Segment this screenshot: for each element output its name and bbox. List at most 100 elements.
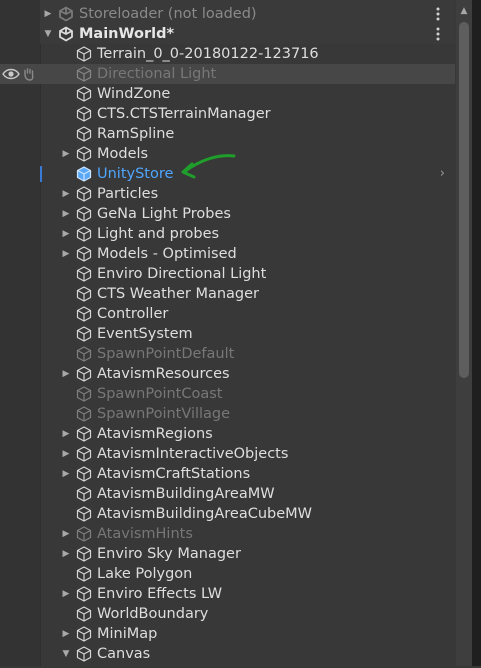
hierarchy-row-label: CTS Weather Manager	[97, 286, 260, 302]
gameobject-icon	[76, 106, 92, 122]
hierarchy-row[interactable]: AtavismBuildingAreaMW	[0, 484, 455, 504]
hierarchy-row[interactable]: ▶ GeNa Light Probes	[0, 204, 455, 224]
hierarchy-row[interactable]: AtavismBuildingAreaCubeMW	[0, 504, 455, 524]
hierarchy-row-label: SpawnPointCoast	[97, 386, 223, 402]
collapsed-arrow-icon[interactable]: ▶	[60, 584, 72, 604]
green-arrow-icon	[181, 154, 236, 179]
collapsed-arrow-icon[interactable]: ▶	[60, 424, 72, 444]
hierarchy-row-label: Enviro Effects LW	[97, 586, 223, 602]
gameobject-icon	[76, 346, 92, 362]
gameobject-icon	[76, 426, 92, 442]
gameobject-icon	[76, 206, 92, 222]
hand-pointer-icon[interactable]	[22, 67, 36, 81]
hierarchy-row[interactable]: WindZone	[0, 84, 455, 104]
hierarchy-row-label: CTS.CTSTerrainManager	[97, 106, 271, 122]
collapsed-arrow-icon[interactable]: ▶	[60, 364, 72, 384]
collapsed-arrow-icon[interactable]: ▶	[60, 224, 72, 244]
hierarchy-row[interactable]: CTS Weather Manager	[0, 284, 455, 304]
collapsed-arrow-icon[interactable]: ▶	[60, 524, 72, 544]
hierarchy-row[interactable]: ▶ Light and probes	[0, 224, 455, 244]
hierarchy-row-label: SpawnPointDefault	[97, 346, 235, 362]
vertical-dots-icon[interactable]	[433, 4, 443, 26]
vertical-dots-icon[interactable]	[433, 24, 443, 46]
gameobject-icon	[76, 186, 92, 202]
collapsed-arrow-icon[interactable]: ▶	[60, 624, 72, 644]
gameobject-icon	[76, 626, 92, 642]
expanded-arrow-icon[interactable]: ▼	[42, 24, 54, 44]
collapsed-arrow-icon[interactable]: ▶	[60, 184, 72, 204]
gameobject-icon	[76, 606, 92, 622]
hierarchy-row[interactable]: Lake Polygon	[0, 564, 455, 584]
hierarchy-row[interactable]: ▼ MainWorld*	[0, 24, 455, 44]
collapsed-arrow-icon[interactable]: ▶	[60, 464, 72, 484]
triangle-up-icon[interactable]: ▲	[456, 4, 472, 18]
gameobject-icon	[76, 546, 92, 562]
chevron-right-icon[interactable]: ›	[440, 164, 445, 184]
hierarchy-row[interactable]: Terrain_0_0-20180122-123716	[0, 44, 455, 64]
hierarchy-row-label: Particles	[97, 186, 159, 202]
hierarchy-row[interactable]: RamSpline	[0, 124, 455, 144]
collapsed-arrow-icon[interactable]: ▶	[60, 444, 72, 464]
hierarchy-row[interactable]: ▶ Enviro Sky Manager	[0, 544, 455, 564]
gameobject-icon	[76, 386, 92, 402]
hierarchy-row[interactable]: ▶ Enviro Effects LW	[0, 584, 455, 604]
gameobject-icon	[76, 366, 92, 382]
hierarchy-row-label: AtavismBuildingAreaCubeMW	[97, 506, 313, 522]
hierarchy-row[interactable]: ▶ AtavismRegions	[0, 424, 455, 444]
eye-icon[interactable]	[2, 67, 20, 81]
collapsed-arrow-icon[interactable]: ▶	[60, 204, 72, 224]
hierarchy-row[interactable]: ▶ AtavismInteractiveObjects	[0, 444, 455, 464]
hierarchy-row[interactable]: ▼ Canvas	[0, 644, 455, 664]
hierarchy-row[interactable]: ▶ AtavismHints	[0, 524, 455, 544]
scrollbar-thumb[interactable]	[459, 22, 469, 378]
hierarchy-row[interactable]: SpawnPointVillage	[0, 404, 455, 424]
hierarchy-row[interactable]: ▶ AtavismResources	[0, 364, 455, 384]
hierarchy-row-label: AtavismRegions	[97, 426, 213, 442]
gameobject-icon	[76, 46, 92, 62]
hierarchy-row[interactable]: CTS.CTSTerrainManager	[0, 104, 455, 124]
gameobject-icon	[76, 406, 92, 422]
hierarchy-row-label: AtavismInteractiveObjects	[97, 446, 289, 462]
hierarchy-row[interactable]: Enviro Directional Light	[0, 264, 455, 284]
collapsed-arrow-icon[interactable]: ▶	[42, 4, 54, 24]
gameobject-icon	[76, 486, 92, 502]
hierarchy-row[interactable]: SpawnPointDefault	[0, 344, 455, 364]
hierarchy-row-label: Enviro Sky Manager	[97, 546, 241, 562]
hierarchy-tree: ▶ Storeloader (not loaded) ▼ MainWorld* Terr…	[0, 4, 455, 664]
hierarchy-row-label: AtavismCraftStations	[97, 466, 251, 482]
hierarchy-row-label: Directional Light	[97, 66, 217, 82]
gameobject-icon	[76, 466, 92, 482]
hierarchy-row[interactable]: Directional Light	[0, 64, 455, 84]
hierarchy-row-label: MiniMap	[97, 626, 158, 642]
hierarchy-row-label: Terrain_0_0-20180122-123716	[97, 46, 319, 62]
hierarchy-row-label: UnityStore	[97, 166, 174, 182]
hierarchy-row-label: WindZone	[97, 86, 171, 102]
hierarchy-row-label: Lake Polygon	[97, 566, 193, 582]
hierarchy-row[interactable]: Controller	[0, 304, 455, 324]
expanded-arrow-icon[interactable]: ▼	[60, 644, 72, 664]
gameobject-icon	[76, 66, 92, 82]
hierarchy-row[interactable]: SpawnPointCoast	[0, 384, 455, 404]
hierarchy-row[interactable]: ▶ Particles	[0, 184, 455, 204]
scene-view-edge	[472, 0, 481, 666]
hierarchy-row-label: WorldBoundary	[97, 606, 209, 622]
hierarchy-row[interactable]: WorldBoundary	[0, 604, 455, 624]
hierarchy-row[interactable]: ▶ Storeloader (not loaded)	[0, 4, 455, 24]
hierarchy-row[interactable]: ▶ MiniMap	[0, 624, 455, 644]
collapsed-arrow-icon[interactable]: ▶	[60, 244, 72, 264]
gameobject-icon	[76, 286, 92, 302]
hierarchy-row-label: SpawnPointVillage	[97, 406, 231, 422]
gameobject-icon	[76, 326, 92, 342]
collapsed-arrow-icon[interactable]: ▶	[60, 544, 72, 564]
hierarchy-row[interactable]: ▶ AtavismCraftStations	[0, 464, 455, 484]
gameobject-icon	[76, 586, 92, 602]
hierarchy-row[interactable]: ▶ Models - Optimised	[0, 244, 455, 264]
collapsed-arrow-icon[interactable]: ▶	[60, 144, 72, 164]
vertical-scrollbar[interactable]: ▲	[456, 0, 472, 666]
hierarchy-row-label: RamSpline	[97, 126, 175, 142]
hierarchy-row[interactable]: EventSystem	[0, 324, 455, 344]
selection-indicator	[40, 166, 42, 182]
gameobject-icon	[76, 446, 92, 462]
gameobject-icon	[76, 646, 92, 662]
gameobject-icon	[76, 246, 92, 262]
